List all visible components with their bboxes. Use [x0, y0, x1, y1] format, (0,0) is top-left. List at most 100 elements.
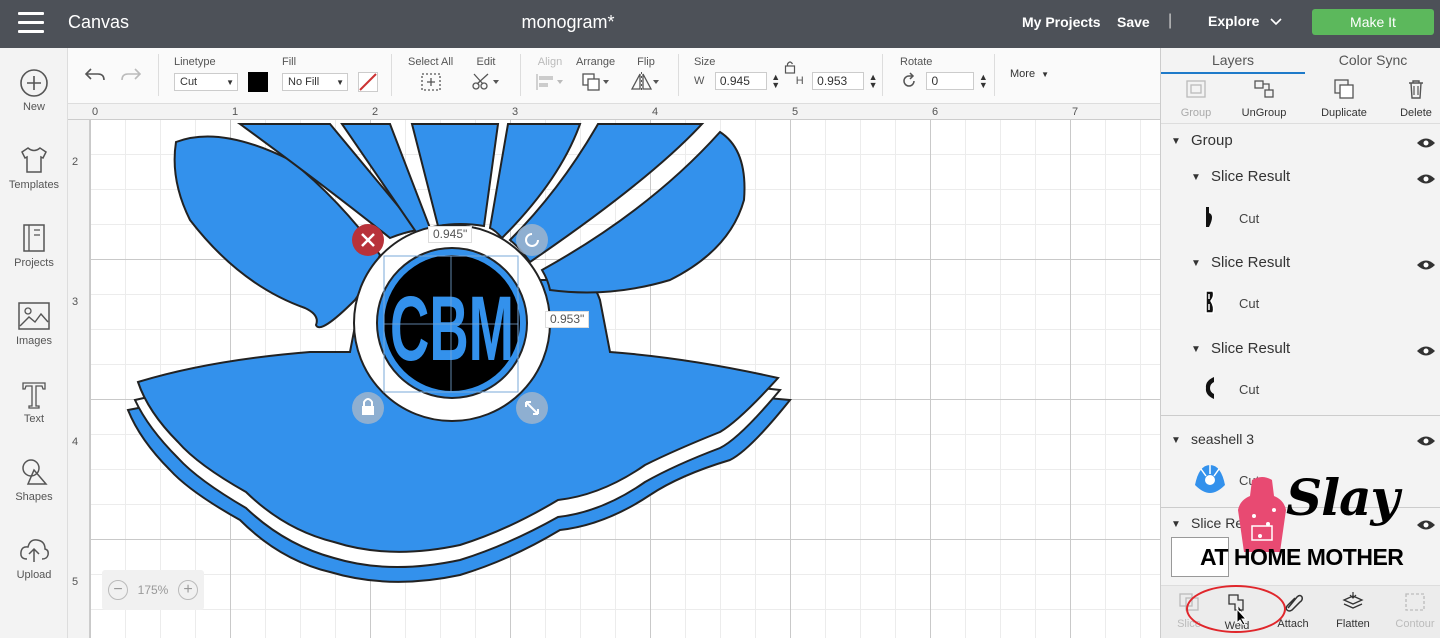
delete-button[interactable]: Delete	[1381, 78, 1440, 119]
layers-panel: Layers Color Sync Group UnGroup Duplicat…	[1160, 48, 1440, 638]
ruler-tick-label: 2	[372, 106, 379, 118]
align-group[interactable]: Align	[534, 56, 566, 97]
width-stepper[interactable]: ▲ ▼	[771, 73, 781, 90]
resize-handle[interactable]	[516, 392, 548, 424]
eye-icon[interactable]	[1416, 435, 1436, 447]
delete-handle[interactable]	[352, 224, 384, 256]
zoom-in-button[interactable]: +	[178, 580, 198, 600]
seashell-design[interactable]: CBM	[90, 120, 1160, 638]
duplicate-button[interactable]: Duplicate	[1309, 78, 1379, 119]
toolbar-divider	[158, 54, 159, 96]
eye-icon[interactable]	[1416, 259, 1436, 271]
flip-group[interactable]: Flip	[630, 56, 662, 97]
caret-down-icon[interactable]: ▼	[1171, 435, 1181, 446]
tab-color-sync[interactable]: Color Sync	[1305, 48, 1440, 74]
toolbar-divider	[882, 54, 883, 96]
flatten-button[interactable]: Flatten	[1325, 592, 1381, 630]
ungroup-button[interactable]: UnGroup	[1229, 78, 1299, 119]
layer-slice-result[interactable]: ▼ Slice Result	[1161, 247, 1440, 279]
sidebar-item-upload[interactable]: Upload	[0, 534, 68, 581]
caret-down-icon[interactable]: ▼	[1191, 344, 1201, 355]
panel-tabs: Layers Color Sync	[1161, 48, 1440, 74]
toolbar-divider	[520, 54, 521, 96]
ruler-tick-label: 3	[72, 296, 79, 308]
layer-slice-result[interactable]: ▼ Slice Result	[1161, 333, 1440, 365]
left-sidebar: New Templates Projects Images Text Shape…	[0, 48, 68, 638]
flip-label: Flip	[637, 56, 655, 68]
sidebar-item-label: Projects	[14, 257, 54, 269]
layer-seashell[interactable]: ▼ seashell 3	[1161, 425, 1440, 455]
sidebar-item-new[interactable]: New	[0, 68, 68, 113]
arrange-icon	[581, 73, 609, 91]
sidebar-item-projects[interactable]: Projects	[0, 222, 68, 269]
sidebar-item-templates[interactable]: Templates	[0, 144, 68, 191]
sidebar-item-text[interactable]: Text	[0, 378, 68, 425]
caret-down-icon[interactable]: ▼	[1171, 136, 1181, 147]
rotate-label: Rotate	[900, 56, 933, 68]
no-fill-swatch-icon[interactable]	[358, 72, 379, 92]
save-link[interactable]: Save	[1117, 14, 1150, 30]
sidebar-item-images[interactable]: Images	[0, 300, 68, 347]
slice-thumbnail	[1205, 290, 1215, 314]
edit-toolbar: Linetype Cut Fill No Fill Select All Edi…	[68, 48, 1160, 104]
line-color-swatch[interactable]	[248, 72, 269, 92]
flatten-icon	[1342, 592, 1364, 609]
edit-group[interactable]: Edit	[470, 56, 502, 97]
layer-slice-result-partial[interactable]: ▼ Slice Re	[1161, 513, 1440, 537]
ruler-tick-label: 5	[792, 106, 799, 118]
lock-ratio-icon[interactable]	[784, 60, 796, 74]
rotate-input[interactable]: 0	[926, 72, 975, 90]
sidebar-item-label: Text	[23, 413, 45, 425]
caret-down-icon[interactable]: ▼	[1191, 258, 1201, 269]
redo-icon[interactable]	[120, 66, 142, 84]
eye-icon[interactable]	[1416, 345, 1436, 357]
tab-layers[interactable]: Layers	[1161, 48, 1305, 74]
caret-down-icon[interactable]: ▼	[1191, 172, 1201, 183]
layer-linetype: Cut	[1239, 382, 1260, 397]
rotate-stepper[interactable]: ▲ ▼	[979, 73, 989, 90]
lock-handle[interactable]	[352, 392, 384, 424]
height-stepper[interactable]: ▲ ▼	[869, 73, 879, 90]
explore-menu[interactable]: Explore	[1208, 13, 1283, 29]
layer-name: Slice Result	[1211, 340, 1291, 357]
rotate-handle[interactable]	[516, 224, 548, 256]
height-input[interactable]: 0.953	[812, 72, 865, 90]
arrange-label: Arrange	[576, 56, 616, 68]
header-separator: |	[1168, 12, 1173, 29]
undo-icon[interactable]	[84, 66, 106, 84]
contour-button[interactable]: Contour	[1387, 592, 1440, 630]
arrange-group[interactable]: Arrange	[576, 56, 615, 97]
slice-thumbnail	[1206, 207, 1212, 227]
eye-icon[interactable]	[1416, 173, 1436, 185]
fill-select[interactable]: No Fill	[282, 73, 348, 91]
sidebar-item-shapes[interactable]: Shapes	[0, 456, 68, 503]
eye-icon[interactable]	[1416, 519, 1436, 531]
attach-label: Attach	[1277, 618, 1309, 630]
zoom-out-button[interactable]: −	[108, 580, 128, 600]
sidebar-item-label: Upload	[16, 569, 52, 581]
shirt-icon	[21, 147, 47, 173]
flip-icon	[630, 72, 659, 92]
zoom-level: 175%	[137, 583, 169, 597]
eye-icon[interactable]	[1416, 137, 1436, 149]
ruler-tick-label: 3	[512, 106, 519, 118]
layer-group[interactable]: ▼ Group	[1161, 125, 1440, 157]
more-menu[interactable]: More ▼	[1010, 68, 1049, 80]
layer-name: Slice Result	[1211, 254, 1291, 271]
group-button[interactable]: Group	[1161, 78, 1231, 119]
width-input[interactable]: 0.945	[714, 72, 767, 90]
design-canvas[interactable]: CBM 0.945" 0.953" − 175% +	[90, 120, 1160, 638]
layer-bottom-actions: Slice Weld Attach Flatten Contour	[1161, 585, 1440, 638]
make-it-button[interactable]: Make It	[1312, 9, 1434, 35]
sidebar-item-label: Templates	[8, 179, 60, 191]
caret-down-icon[interactable]: ▼	[1171, 519, 1181, 530]
layer-slice-result[interactable]: ▼ Slice Result	[1161, 161, 1440, 193]
layer-name: Slice Re	[1191, 515, 1244, 531]
align-icon	[536, 74, 563, 90]
ruler-horizontal: 0 1 2 3 4 5 6 7	[68, 104, 1160, 120]
attach-button[interactable]: Attach	[1265, 592, 1321, 630]
linetype-select[interactable]: Cut	[174, 73, 238, 91]
blank-canvas-swatch[interactable]	[1171, 537, 1229, 577]
my-projects-link[interactable]: My Projects	[1022, 14, 1101, 30]
select-all-group[interactable]: Select All	[408, 56, 453, 97]
